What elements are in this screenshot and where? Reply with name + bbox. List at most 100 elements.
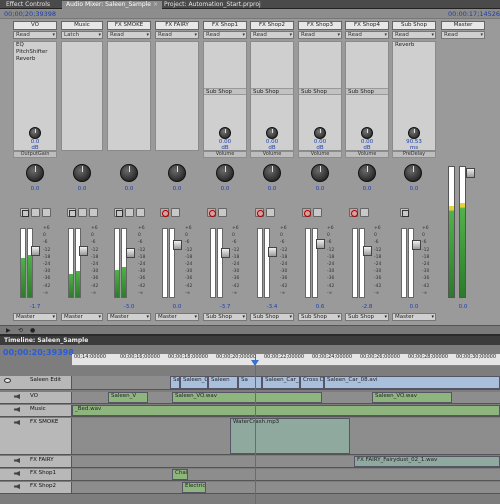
video-clip[interactable]: Saleen_C bbox=[180, 376, 208, 389]
send-assignment[interactable]: Sub Shop bbox=[346, 88, 388, 95]
fader-value[interactable]: -3.7 bbox=[203, 304, 247, 310]
pan-knob-fx-fairy[interactable] bbox=[168, 164, 186, 182]
speaker-icon[interactable] bbox=[14, 458, 20, 463]
video-clip[interactable]: Saleen bbox=[208, 376, 238, 389]
pan-value[interactable]: 0.0 bbox=[13, 186, 57, 192]
record-icon[interactable] bbox=[302, 208, 311, 217]
track-header[interactable]: VO bbox=[0, 392, 72, 403]
send-level-knob[interactable] bbox=[266, 127, 278, 139]
volume-fader-fx-shop3[interactable] bbox=[316, 239, 325, 249]
pan-knob-fx-shop3[interactable] bbox=[311, 164, 329, 182]
volume-fader-fx-shop4[interactable] bbox=[363, 246, 372, 256]
video-clip[interactable]: Saleen_Car_10 bbox=[262, 376, 300, 389]
pan-value[interactable]: 0.0 bbox=[203, 186, 247, 192]
automation-mode-fx-smoke[interactable]: Read bbox=[107, 31, 151, 39]
pencil-icon[interactable] bbox=[313, 208, 322, 217]
fader-value[interactable]: 0.0 bbox=[441, 304, 485, 310]
volume-fader-master[interactable] bbox=[466, 168, 475, 178]
effect-param-knob[interactable] bbox=[408, 127, 420, 139]
track-header[interactable]: FX SMOKE bbox=[0, 418, 72, 454]
send-assignment[interactable]: Sub Shop bbox=[204, 88, 246, 95]
automation-mode-fx-fairy[interactable]: Read bbox=[155, 31, 199, 39]
fader-value[interactable]: 0.0 bbox=[392, 304, 436, 310]
volume-fader-sub-shop[interactable] bbox=[412, 240, 421, 250]
audio-clip[interactable]: Saleen_VO.wav bbox=[372, 392, 452, 403]
audio-clip[interactable]: Saleen_VO.wav bbox=[172, 392, 322, 403]
mute-icon[interactable] bbox=[400, 208, 409, 217]
volume-fader-fx-fairy[interactable] bbox=[173, 240, 182, 250]
automation-mode-fx-shop1[interactable]: Read bbox=[203, 31, 247, 39]
eye-icon[interactable] bbox=[4, 378, 11, 383]
automation-mode-fx-shop3[interactable]: Read bbox=[298, 31, 342, 39]
record-transport-icon[interactable]: ● bbox=[30, 327, 35, 334]
track-header[interactable]: Saleen Edit bbox=[0, 376, 72, 389]
send-level-knob[interactable] bbox=[314, 127, 326, 139]
pan-knob-vo[interactable] bbox=[26, 164, 44, 182]
audio-clip[interactable]: _Bed.wav bbox=[72, 405, 500, 416]
fader-value[interactable]: -2.8 bbox=[345, 304, 389, 310]
output-select-fx-fairy[interactable]: Master bbox=[155, 313, 199, 321]
send-param-select[interactable]: Volume bbox=[345, 151, 389, 158]
automation-mode-vo[interactable]: Read bbox=[13, 31, 57, 39]
effects-rack-fx-fairy[interactable] bbox=[155, 41, 199, 151]
pan-knob-fx-smoke[interactable] bbox=[120, 164, 138, 182]
send-param-select[interactable]: Volume bbox=[203, 151, 247, 158]
volume-fader-fx-shop2[interactable] bbox=[268, 247, 277, 257]
tab-audio-mixer[interactable]: Audio Mixer: Saleen_Sample × bbox=[62, 1, 163, 9]
solo-icon[interactable] bbox=[31, 208, 40, 217]
solo-icon[interactable] bbox=[125, 208, 134, 217]
record-icon[interactable] bbox=[207, 208, 216, 217]
output-select-vo[interactable]: Master bbox=[13, 313, 57, 321]
volume-fader-vo[interactable] bbox=[31, 246, 40, 256]
speaker-icon[interactable] bbox=[14, 471, 20, 476]
mixer-timecode[interactable]: 00;00;20;39398 bbox=[4, 10, 56, 18]
volume-fader-fx-shop1[interactable] bbox=[221, 248, 230, 258]
sends-rack-fx-shop2[interactable]: Sub Shop 0.00 dB bbox=[250, 41, 294, 151]
automation-mode-master[interactable]: Read bbox=[441, 31, 485, 39]
volume-fader-music[interactable] bbox=[79, 246, 88, 256]
effect-slot[interactable]: EQ bbox=[14, 42, 56, 49]
mute-icon[interactable] bbox=[67, 208, 76, 217]
track-header[interactable]: FX Shop2 bbox=[0, 482, 72, 493]
time-ruler[interactable]: 00;14:00000 00;00;16;00000 00;00;18;0000… bbox=[72, 354, 500, 366]
send-level-knob[interactable] bbox=[361, 127, 373, 139]
send-assignment[interactable]: Sub Shop bbox=[299, 88, 341, 95]
record-icon[interactable] bbox=[255, 208, 264, 217]
pan-value[interactable]: 0.0 bbox=[155, 186, 199, 192]
video-clip[interactable]: Sa bbox=[238, 376, 262, 389]
automation-mode-fx-shop2[interactable]: Read bbox=[250, 31, 294, 39]
send-assignment[interactable]: Sub Shop bbox=[251, 88, 293, 95]
send-param-select[interactable]: Volume bbox=[298, 151, 342, 158]
effect-param-knob[interactable] bbox=[29, 127, 41, 139]
tab-project[interactable]: Project: Automation_Start.prproj bbox=[160, 1, 265, 9]
speaker-icon[interactable] bbox=[14, 484, 20, 489]
effect-slot[interactable]: PitchShifter bbox=[14, 49, 56, 56]
output-select-fx-shop3[interactable]: Sub Shop bbox=[298, 313, 342, 321]
pan-value[interactable]: 0.0 bbox=[250, 186, 294, 192]
automation-mode-sub-shop[interactable]: Read bbox=[392, 31, 436, 39]
pencil-icon[interactable] bbox=[360, 208, 369, 217]
audio-clip[interactable]: Chain bbox=[172, 469, 188, 480]
solo-icon[interactable] bbox=[78, 208, 87, 217]
send-level-knob[interactable] bbox=[219, 127, 231, 139]
track-header[interactable]: FX FAIRY bbox=[0, 456, 72, 467]
pan-value[interactable]: 0.0 bbox=[107, 186, 151, 192]
play-icon[interactable]: ▶ bbox=[6, 327, 11, 334]
pan-knob-fx-shop4[interactable] bbox=[358, 164, 376, 182]
sends-rack-fx-shop3[interactable]: Sub Shop 0.00 dB bbox=[298, 41, 342, 151]
playhead[interactable] bbox=[255, 354, 256, 504]
pan-knob-fx-shop1[interactable] bbox=[216, 164, 234, 182]
automation-mode-fx-shop4[interactable]: Read bbox=[345, 31, 389, 39]
audio-clip[interactable]: Saleen_V bbox=[108, 392, 148, 403]
audio-clip[interactable]: FX FAIRY_Fairydust_02_1.wav bbox=[354, 456, 500, 467]
effect-param-select[interactable]: PreDelay bbox=[392, 151, 436, 158]
loop-icon[interactable]: ⟲ bbox=[18, 327, 23, 334]
playhead-handle[interactable] bbox=[251, 360, 259, 366]
volume-fader-fx-smoke[interactable] bbox=[126, 248, 135, 258]
audio-clip[interactable]: WaterCrash.mp3 bbox=[230, 418, 350, 454]
track-body[interactable]: Saleen_V Saleen_VO.wav Saleen_VO.wav bbox=[72, 392, 500, 403]
track-body[interactable]: FX FAIRY_Fairydust_02_1.wav bbox=[72, 456, 500, 467]
automation-mode-music[interactable]: Latch bbox=[61, 31, 103, 39]
close-icon[interactable]: × bbox=[153, 1, 158, 8]
effects-rack-vo[interactable]: EQ PitchShifter Reverb 0.0 dB bbox=[13, 41, 57, 151]
